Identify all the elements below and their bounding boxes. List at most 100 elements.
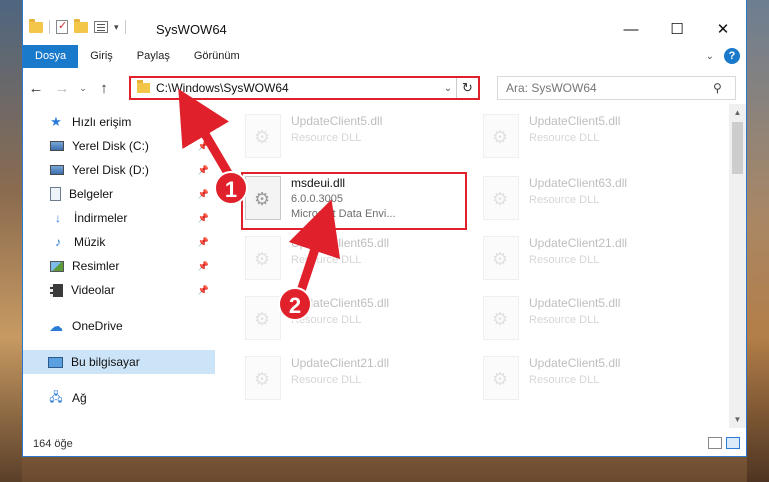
status-bar: 164 öğe bbox=[23, 432, 746, 456]
rename-icon[interactable] bbox=[94, 21, 108, 33]
dll-file-icon bbox=[483, 176, 519, 220]
dll-file-icon bbox=[245, 296, 281, 340]
pin-icon: 📌 bbox=[197, 236, 209, 247]
desktop-background-left bbox=[0, 0, 22, 482]
sidebar-item-label: Hızlı erişim bbox=[72, 115, 132, 129]
pin-icon: 📌 bbox=[197, 140, 209, 151]
address-bar[interactable]: C:\Windows\SysWOW64 ⌄ ↻ bbox=[129, 76, 480, 100]
cloud-icon: ☁ bbox=[49, 317, 63, 334]
file-name: UpdateClient5.dll bbox=[529, 296, 621, 310]
pin-icon: 📌 bbox=[197, 212, 209, 223]
sidebar-item-pictures[interactable]: Resimler 📌 bbox=[23, 254, 215, 278]
file-description: Resource DLL bbox=[529, 314, 600, 326]
file-description: Resource DLL bbox=[291, 374, 362, 386]
sidebar-item-onedrive[interactable]: ☁ OneDrive bbox=[23, 314, 215, 338]
window-title: SysWOW64 bbox=[156, 22, 227, 37]
scrollbar-thumb[interactable] bbox=[732, 122, 743, 174]
tab-view[interactable]: Görünüm bbox=[182, 45, 252, 68]
sidebar-item-downloads[interactable]: ↓ İndirmeler 📌 bbox=[23, 206, 215, 230]
file-description: Resource DLL bbox=[529, 194, 600, 206]
file-name: UpdateClient5.dll bbox=[529, 356, 621, 370]
navigation-bar: ← → ⌄ ↑ C:\Windows\SysWOW64 ⌄ ↻ Ara: Sys… bbox=[23, 73, 746, 103]
dll-file-icon bbox=[483, 236, 519, 280]
dll-file-icon bbox=[483, 114, 519, 158]
sidebar-item-label: Videolar bbox=[71, 283, 115, 297]
file-item[interactable]: UpdateClient65.dll Resource DLL bbox=[245, 232, 465, 288]
details-view-icon[interactable] bbox=[708, 437, 722, 449]
file-item[interactable]: UpdateClient63.dll Resource DLL bbox=[483, 172, 703, 228]
refresh-button[interactable]: ↻ bbox=[456, 78, 478, 98]
properties-check-icon[interactable] bbox=[56, 19, 68, 34]
tab-share[interactable]: Paylaş bbox=[125, 45, 182, 68]
scroll-down-icon[interactable]: ▼ bbox=[729, 415, 746, 424]
desktop-background-right bbox=[747, 0, 769, 482]
address-path[interactable]: C:\Windows\SysWOW64 bbox=[156, 81, 440, 95]
sidebar-item-quick-access[interactable]: ★ Hızlı erişim bbox=[23, 110, 215, 134]
file-item[interactable]: UpdateClient5.dll Resource DLL bbox=[483, 352, 703, 408]
dll-file-icon bbox=[483, 296, 519, 340]
file-highlight-box bbox=[241, 172, 467, 230]
file-item[interactable]: UpdateClient5.dll Resource DLL bbox=[483, 292, 703, 348]
maximize-button[interactable]: ☐ bbox=[654, 14, 700, 44]
search-box[interactable]: Ara: SysWOW64 ⚲ bbox=[497, 76, 736, 100]
sidebar-item-label: Yerel Disk (C:) bbox=[72, 139, 149, 153]
sidebar-item-local-disk-c[interactable]: Yerel Disk (C:) 📌 bbox=[23, 134, 215, 158]
file-name: UpdateClient5.dll bbox=[529, 114, 621, 128]
music-icon: ♪ bbox=[55, 235, 61, 249]
new-folder-icon[interactable] bbox=[74, 18, 88, 33]
expand-ribbon-chevron-icon[interactable]: ⌄ bbox=[706, 51, 714, 62]
toolbar-divider bbox=[124, 20, 126, 34]
drive-icon bbox=[50, 141, 64, 151]
dll-file-icon bbox=[483, 356, 519, 400]
sidebar-item-music[interactable]: ♪ Müzik 📌 bbox=[23, 230, 215, 254]
drive-icon bbox=[50, 165, 64, 175]
pin-icon: 📌 bbox=[197, 284, 209, 295]
file-list: UpdateClient5.dll Resource DLL UpdateCli… bbox=[235, 110, 735, 428]
file-description: Resource DLL bbox=[529, 374, 600, 386]
toolbar-divider bbox=[49, 20, 50, 34]
item-count: 164 öğe bbox=[33, 438, 73, 450]
vertical-scrollbar[interactable]: ▲ ▼ bbox=[729, 104, 746, 428]
title-bar: ▾ SysWOW64 — ☐ ✕ bbox=[23, 0, 746, 45]
up-button[interactable]: ↑ bbox=[91, 80, 117, 97]
dll-file-icon bbox=[245, 114, 281, 158]
ribbon-right-controls: ⌄ ? bbox=[706, 48, 740, 64]
pin-icon: 📌 bbox=[197, 164, 209, 175]
window-controls: — ☐ ✕ bbox=[608, 14, 746, 44]
customize-toolbar-dropdown-icon[interactable]: ▾ bbox=[114, 22, 119, 33]
view-switcher bbox=[708, 437, 740, 449]
back-button[interactable]: ← bbox=[23, 80, 49, 97]
tab-file[interactable]: Dosya bbox=[23, 45, 79, 68]
file-name: UpdateClient21.dll bbox=[291, 356, 390, 370]
scroll-up-icon[interactable]: ▲ bbox=[729, 108, 746, 117]
file-item[interactable]: UpdateClient21.dll Resource DLL bbox=[483, 232, 703, 288]
sidebar-item-local-disk-d[interactable]: Yerel Disk (D:) 📌 bbox=[23, 158, 215, 182]
minimize-button[interactable]: — bbox=[608, 14, 654, 44]
pin-icon: 📌 bbox=[197, 260, 209, 271]
computer-icon bbox=[48, 356, 63, 368]
dll-file-icon bbox=[245, 356, 281, 400]
file-description: Resource DLL bbox=[529, 132, 600, 144]
file-item[interactable]: UpdateClient5.dll Resource DLL bbox=[483, 110, 703, 166]
close-button[interactable]: ✕ bbox=[700, 14, 746, 44]
sidebar-item-this-pc[interactable]: Bu bilgisayar bbox=[23, 350, 215, 374]
folder-icon[interactable] bbox=[29, 18, 43, 33]
search-input[interactable]: Ara: SysWOW64 bbox=[506, 81, 713, 95]
sidebar-item-videos[interactable]: Videolar 📌 bbox=[23, 278, 215, 302]
help-button[interactable]: ? bbox=[724, 48, 740, 64]
file-item[interactable]: UpdateClient21.dll Resource DLL bbox=[245, 352, 465, 408]
large-icons-view-icon[interactable] bbox=[726, 437, 740, 449]
sidebar-item-network[interactable]: 🖧 Ağ bbox=[23, 386, 215, 410]
file-item[interactable]: UpdateClient5.dll Resource DLL bbox=[245, 110, 465, 166]
search-icon[interactable]: ⚲ bbox=[713, 81, 735, 95]
recent-locations-button[interactable]: ⌄ bbox=[75, 83, 91, 94]
file-description: Resource DLL bbox=[529, 254, 600, 266]
tab-home[interactable]: Giriş bbox=[78, 45, 125, 68]
forward-button[interactable]: → bbox=[49, 80, 75, 97]
sidebar-item-documents[interactable]: Belgeler 📌 bbox=[23, 182, 215, 206]
step-badge-2: 2 bbox=[278, 287, 312, 321]
address-dropdown-icon[interactable]: ⌄ bbox=[440, 83, 456, 94]
